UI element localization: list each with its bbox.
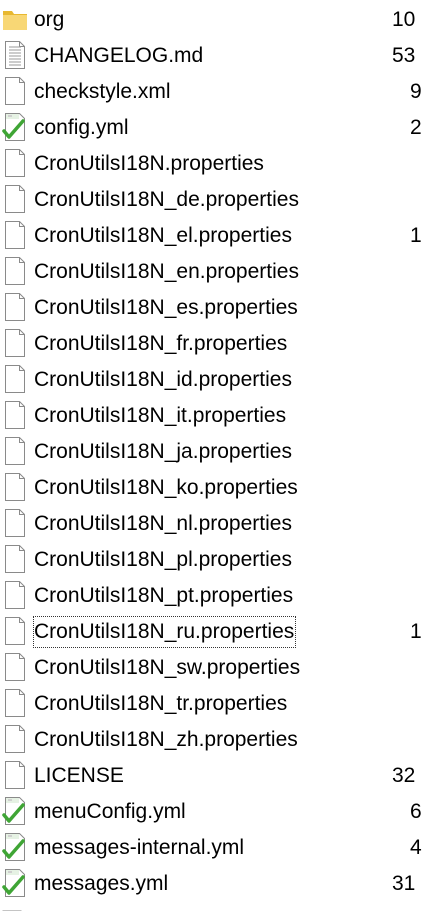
file-name: CronUtilsI18N_el.properties xyxy=(34,224,292,247)
file-size: 10 xyxy=(392,8,416,31)
file-size: 53 xyxy=(392,44,416,67)
file-row[interactable]: menuConfig.yml 6 xyxy=(0,794,422,830)
file-row[interactable]: messages.yml 31 xyxy=(0,866,422,902)
file-list: org 10 CHANGELOG.md 53 checkstyle.xml 9 config… xyxy=(0,2,422,902)
file-row[interactable]: CronUtilsI18N_nl.properties xyxy=(0,506,422,542)
file-name: checkstyle.xml xyxy=(34,80,171,103)
yaml-file-icon xyxy=(2,832,28,862)
file-size: 9 xyxy=(410,80,422,103)
yaml-file-icon xyxy=(2,112,28,142)
blank-file-icon xyxy=(2,508,28,538)
file-name: CHANGELOG.md xyxy=(34,44,204,67)
blank-file-icon xyxy=(2,76,28,106)
file-name: CronUtilsI18N.properties xyxy=(34,152,264,175)
blank-file-icon xyxy=(2,400,28,430)
file-row[interactable]: CronUtilsI18N_tr.properties xyxy=(0,686,422,722)
yaml-file-icon xyxy=(2,796,28,826)
file-row[interactable]: CHANGELOG.md 53 xyxy=(0,38,422,74)
file-name: messages-internal.yml xyxy=(34,836,245,859)
text-document-icon xyxy=(2,40,28,70)
file-row[interactable]: CronUtilsI18N_de.properties xyxy=(0,182,422,218)
file-size: 1 xyxy=(410,224,422,247)
blank-file-icon xyxy=(2,256,28,286)
file-row[interactable]: CronUtilsI18N_id.properties xyxy=(0,362,422,398)
blank-file-icon xyxy=(2,724,28,754)
file-row[interactable]: CronUtilsI18N_pl.properties xyxy=(0,542,422,578)
file-name: CronUtilsI18N_en.properties xyxy=(34,260,299,283)
file-name: CronUtilsI18N_ja.properties xyxy=(34,440,292,463)
file-name: CronUtilsI18N_fr.properties xyxy=(34,332,288,355)
file-row[interactable]: CronUtilsI18N_en.properties xyxy=(0,254,422,290)
folder-icon xyxy=(2,4,28,34)
file-size: 1 xyxy=(410,620,422,643)
file-name: CronUtilsI18N_sw.properties xyxy=(34,656,301,679)
blank-file-icon xyxy=(2,220,28,250)
blank-file-icon xyxy=(2,292,28,322)
file-row[interactable]: CronUtilsI18N.properties xyxy=(0,146,422,182)
file-name: CronUtilsI18N_zh.properties xyxy=(34,728,298,751)
file-name: messages.yml xyxy=(34,872,169,895)
file-row[interactable]: messages-internal.yml 4 xyxy=(0,830,422,866)
file-row[interactable]: CronUtilsI18N_sw.properties xyxy=(0,650,422,686)
file-row[interactable]: CronUtilsI18N_fr.properties xyxy=(0,326,422,362)
blank-file-icon xyxy=(2,148,28,178)
file-name: CronUtilsI18N_de.properties xyxy=(34,188,299,211)
file-row[interactable]: org 10 xyxy=(0,2,422,38)
file-name: menuConfig.yml xyxy=(34,800,186,823)
file-row[interactable]: CronUtilsI18N_zh.properties xyxy=(0,722,422,758)
file-size: 32 xyxy=(392,764,416,787)
blank-file-icon xyxy=(2,328,28,358)
file-size: 4 xyxy=(410,836,422,859)
blank-file-icon xyxy=(2,436,28,466)
blank-file-icon xyxy=(2,184,28,214)
file-row[interactable]: CronUtilsI18N_ru.properties 1 xyxy=(0,614,422,650)
file-name: LICENSE xyxy=(34,764,124,787)
file-name: CronUtilsI18N_tr.properties xyxy=(34,692,288,715)
file-row[interactable]: CronUtilsI18N_ko.properties xyxy=(0,470,422,506)
file-row[interactable]: config.yml 2 xyxy=(0,110,422,146)
file-size: 31 xyxy=(392,872,416,895)
blank-file-icon xyxy=(2,652,28,682)
file-size: 6 xyxy=(410,800,422,823)
file-name: CronUtilsI18N_id.properties xyxy=(34,368,292,391)
file-row[interactable]: LICENSE 32 xyxy=(0,758,422,794)
yaml-file-icon xyxy=(2,868,28,898)
file-name: CronUtilsI18N_es.properties xyxy=(34,296,298,319)
file-name: CronUtilsI18N_ko.properties xyxy=(34,476,298,499)
file-name: CronUtilsI18N_pl.properties xyxy=(34,548,292,571)
blank-file-icon xyxy=(2,472,28,502)
blank-file-icon xyxy=(2,616,28,646)
file-name: CronUtilsI18N_ru.properties xyxy=(32,616,297,648)
blank-file-icon xyxy=(2,760,28,790)
file-row[interactable]: CronUtilsI18N_ja.properties xyxy=(0,434,422,470)
file-name: CronUtilsI18N_pt.properties xyxy=(34,584,294,607)
file-row[interactable]: CronUtilsI18N_es.properties xyxy=(0,290,422,326)
blank-file-icon xyxy=(2,544,28,574)
blank-file-icon xyxy=(2,364,28,394)
file-row[interactable]: CronUtilsI18N_pt.properties xyxy=(0,578,422,614)
file-name: CronUtilsI18N_it.properties xyxy=(34,404,287,427)
file-row[interactable]: checkstyle.xml 9 xyxy=(0,74,422,110)
blank-file-icon xyxy=(2,688,28,718)
file-size: 2 xyxy=(410,116,422,139)
partial-file-row[interactable] xyxy=(0,904,30,911)
file-row[interactable]: CronUtilsI18N_it.properties xyxy=(0,398,422,434)
file-row[interactable]: CronUtilsI18N_el.properties 1 xyxy=(0,218,422,254)
blank-file-icon xyxy=(2,580,28,610)
file-name: org xyxy=(34,8,65,31)
file-name: config.yml xyxy=(34,116,129,139)
file-name: CronUtilsI18N_nl.properties xyxy=(34,512,292,535)
